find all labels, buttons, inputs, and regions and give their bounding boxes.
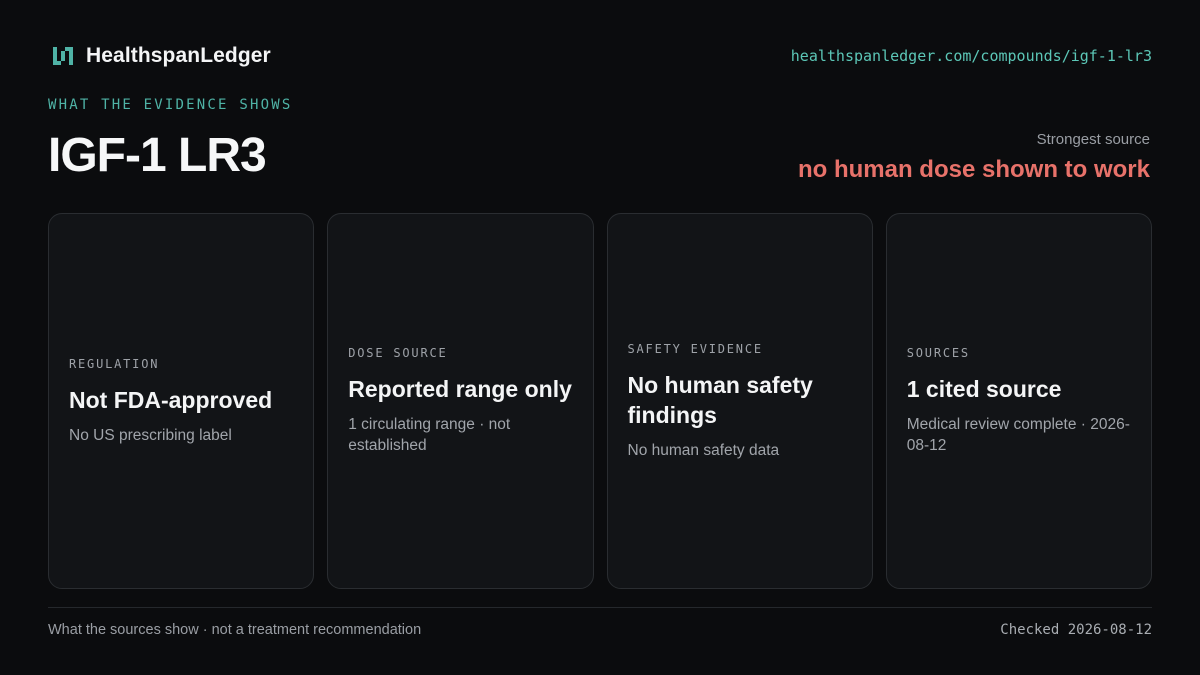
card-value: No human safety findings: [627, 371, 813, 428]
card-regulation: REGULATION Not FDA-approved No US prescr…: [48, 213, 315, 589]
brand-name: HealthspanLedger: [86, 44, 271, 67]
strongest-source-value: no human dose shown to work: [797, 156, 1150, 183]
footer-disclaimer: What the sources show · not a treatment …: [48, 622, 422, 638]
card-note: No human safety data: [627, 441, 780, 459]
evidence-cards: REGULATION Not FDA-approved No US prescr…: [48, 213, 1152, 589]
card-sources: SOURCES 1 cited source Medical review co…: [885, 213, 1152, 589]
card-value: Reported range only: [348, 376, 572, 402]
page-url[interactable]: healthspanledger.com/compounds/igf-1-lr3: [791, 47, 1152, 65]
card-safety-evidence: SAFETY EVIDENCE No human safety findings…: [606, 213, 873, 589]
card-note: Medical review complete · 2026-08-12: [906, 416, 1130, 454]
card-label: DOSE SOURCE: [348, 346, 448, 360]
card-label: REGULATION: [69, 356, 160, 371]
eyebrow-heading: WHAT THE EVIDENCE SHOWS: [48, 97, 293, 113]
card-label: SOURCES: [906, 346, 970, 360]
card-dose-source: DOSE SOURCE Reported range only 1 circul…: [327, 213, 594, 589]
card-note: 1 circulating range · not established: [348, 416, 511, 454]
strongest-source-label: Strongest source: [1036, 131, 1150, 148]
checked-date: Checked 2026-08-12: [1000, 622, 1152, 638]
brand[interactable]: HealthspanLedger: [52, 44, 271, 68]
card-note: No US prescribing label: [69, 426, 232, 444]
card-label: SAFETY EVIDENCE: [627, 341, 763, 356]
card-value: 1 cited source: [906, 376, 1062, 402]
page-title: IGF-1 LR3: [48, 129, 267, 182]
footer-divider: [48, 607, 1152, 608]
ledger-logo-icon: [53, 47, 73, 65]
card-value: Not FDA-approved: [69, 386, 273, 413]
page: HealthspanLedger healthspanledger.com/co…: [48, 0, 1152, 675]
